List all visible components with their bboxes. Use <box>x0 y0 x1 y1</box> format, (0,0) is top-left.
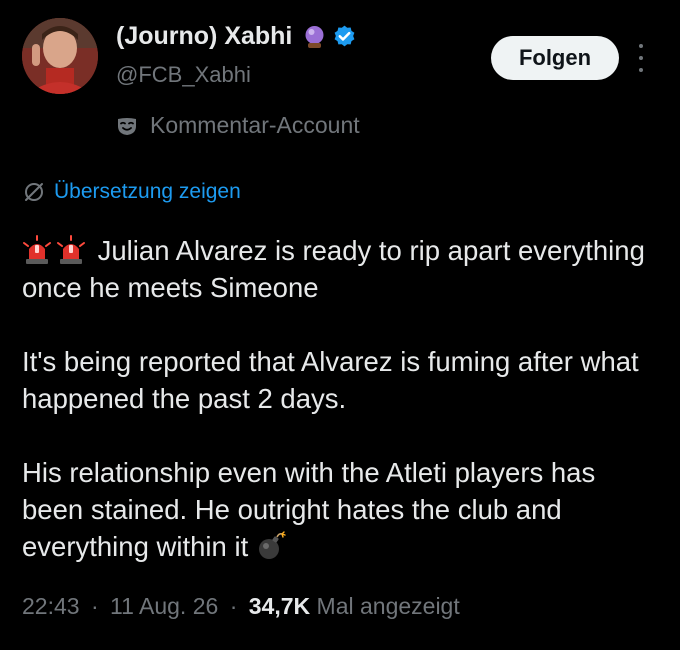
tweet-time[interactable]: 22:43 <box>22 593 80 619</box>
tweet-paragraph-text: Julian Alvarez is ready to rip apart eve… <box>22 235 645 303</box>
tweet-metadata: 22:43 · 11 Aug. 26 · 34,7K Mal angezeigt <box>22 593 460 620</box>
author-name-row[interactable]: (Journo) Xabhi <box>116 22 357 51</box>
tweet-card: (Journo) Xabhi @FCB_Xabhi Folgen Komment… <box>0 0 680 650</box>
avatar[interactable] <box>22 18 98 94</box>
mask-icon <box>116 115 138 137</box>
verified-icon <box>332 24 357 49</box>
follow-button[interactable]: Folgen <box>491 36 619 80</box>
more-vertical-icon[interactable] <box>634 42 648 74</box>
parody-label-text: Kommentar-Account <box>150 112 360 138</box>
author-display-name[interactable]: (Journo) Xabhi <box>116 22 292 51</box>
views-label[interactable]: Mal angezeigt <box>317 593 460 619</box>
tweet-text: Julian Alvarez is ready to rip apart eve… <box>22 232 662 565</box>
separator-dot: · <box>90 593 99 619</box>
bomb-emoji <box>256 531 286 561</box>
separator-dot: · <box>229 593 238 619</box>
author-handle[interactable]: @FCB_Xabhi <box>116 62 251 88</box>
show-translation-link[interactable]: Übersetzung zeigen <box>22 180 241 204</box>
police-light-emoji <box>22 235 52 265</box>
views-count[interactable]: 34,7K <box>249 593 310 619</box>
tweet-paragraph: Julian Alvarez is ready to rip apart eve… <box>22 232 662 306</box>
crystal-ball-icon <box>302 24 327 49</box>
tweet-paragraph: His relationship even with the Atleti pl… <box>22 454 662 565</box>
tweet-paragraph: It's being reported that Alvarez is fumi… <box>22 343 662 417</box>
tweet-date[interactable]: 11 Aug. 26 <box>110 593 218 619</box>
translate-label[interactable]: Übersetzung zeigen <box>54 180 241 204</box>
tweet-paragraph-text: His relationship even with the Atleti pl… <box>22 457 596 562</box>
translate-icon <box>22 180 46 204</box>
police-light-emoji <box>56 235 86 265</box>
parody-account-label: Kommentar-Account <box>116 112 360 139</box>
tweet-paragraph-text: It's being reported that Alvarez is fumi… <box>22 346 639 414</box>
